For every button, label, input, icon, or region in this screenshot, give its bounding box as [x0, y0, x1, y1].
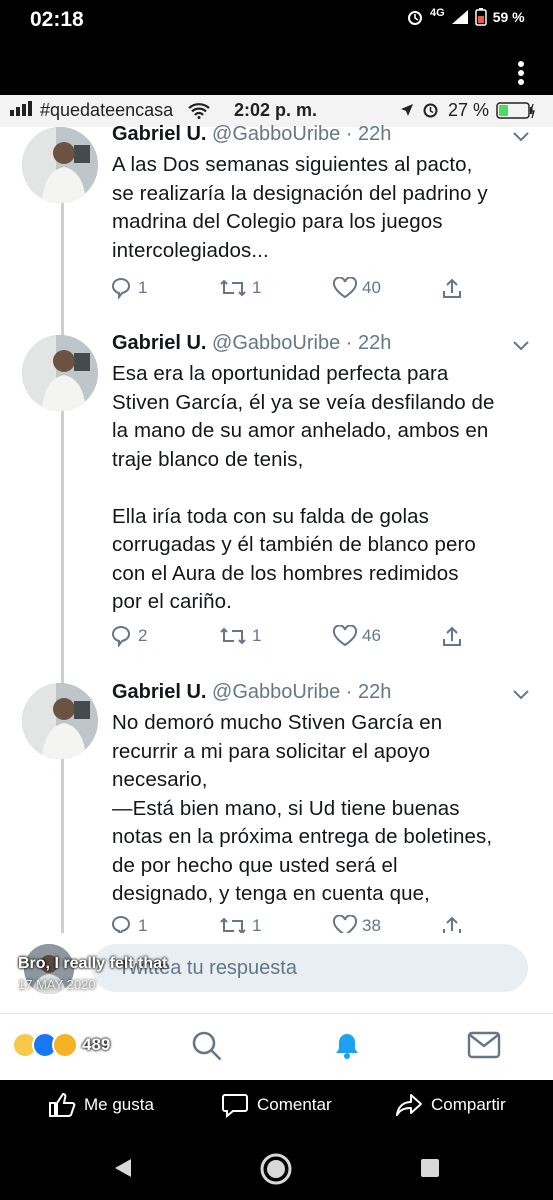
avatar[interactable]	[22, 683, 98, 759]
phone-status-icons: 4G 59 %	[406, 7, 525, 26]
retweet-icon	[220, 279, 246, 297]
twitter-screenshot: #quedateencasa 2:02 p. m. 27 % Gabriel U…	[0, 95, 553, 1080]
wifi-icon	[188, 103, 210, 119]
tweet-text: No demoró mucho Stiven García en recurri…	[112, 711, 493, 905]
retweet-icon	[220, 627, 246, 645]
reactions-summary[interactable]: 489	[12, 1032, 110, 1058]
share-icon	[443, 626, 461, 646]
thumbs-up-icon	[49, 1092, 76, 1117]
share-arrow-icon	[396, 1094, 422, 1116]
twitter-bottom-nav: 489	[0, 1013, 553, 1080]
retweet-button[interactable]: 1	[218, 625, 261, 647]
avatar[interactable]	[22, 127, 98, 203]
inner-battery-percent: 27 %	[448, 100, 490, 120]
reply-icon	[112, 626, 131, 647]
tweet-text: Esa era la oportunidad perfecta para Sti…	[112, 362, 495, 613]
author-name[interactable]: Gabriel U.	[112, 123, 206, 145]
share-icon	[443, 278, 461, 298]
like-count: 40	[362, 278, 381, 297]
search-icon[interactable]	[190, 1029, 224, 1063]
reply-bar: Twittea tu respuesta Bro, I really felt …	[0, 933, 553, 1013]
home-icon[interactable]	[258, 1151, 294, 1187]
chevron-down-icon[interactable]	[512, 340, 530, 352]
reaction-count: 489	[82, 1035, 111, 1054]
story-caption: Bro, I really felt that	[18, 955, 168, 972]
facebook-action-bar: Me gusta Comentar Compartir	[0, 1080, 553, 1135]
tweet-author[interactable]: Gabriel U. @GabboUribe · 22h	[112, 123, 391, 146]
chevron-down-icon[interactable]	[512, 131, 530, 143]
retweet-count: 1	[252, 626, 262, 645]
author-handle[interactable]: @GabboUribe · 22h	[212, 123, 391, 145]
location-icon	[401, 104, 413, 116]
thread-line	[61, 203, 64, 351]
author-handle[interactable]: @GabboUribe · 22h	[212, 681, 391, 703]
share-button[interactable]	[440, 277, 464, 301]
comment-action-label: Comentar	[257, 1095, 332, 1114]
author-name[interactable]: Gabriel U.	[112, 681, 206, 703]
share-action-button[interactable]: Compartir	[395, 1092, 506, 1118]
retweet-button[interactable]: 1	[218, 277, 261, 299]
alarm-icon	[408, 11, 422, 25]
share-button[interactable]	[440, 625, 464, 649]
heart-icon	[332, 277, 358, 299]
alarm-icon	[423, 103, 438, 118]
retweet-count: 1	[252, 278, 262, 297]
thread-line	[61, 411, 64, 701]
battery-icon	[474, 8, 487, 26]
comment-icon	[222, 1094, 248, 1118]
notifications-bell-icon[interactable]	[330, 1028, 364, 1062]
thread-line	[61, 759, 64, 934]
care-reaction-icon	[52, 1032, 78, 1058]
battery-icon	[496, 102, 535, 119]
signal-icon	[451, 10, 468, 24]
like-count: 46	[362, 626, 381, 645]
inner-signal-icon	[10, 101, 32, 116]
story-date: 17 MAY 2020	[18, 977, 96, 992]
tweet-actions: 2 1 46	[110, 625, 470, 655]
system-nav-bar	[0, 1135, 553, 1200]
tweet-author[interactable]: Gabriel U. @GabboUribe · 22h	[112, 332, 391, 355]
reply-icon	[112, 278, 131, 299]
like-action-label: Me gusta	[84, 1095, 154, 1114]
back-icon[interactable]	[112, 1157, 134, 1179]
heart-icon	[332, 625, 358, 647]
author-name[interactable]: Gabriel U.	[112, 332, 206, 354]
reply-count: 2	[138, 626, 148, 645]
recents-icon[interactable]	[420, 1158, 440, 1178]
phone-status-bar: 02:18 4G 59 %	[0, 0, 553, 95]
reply-button[interactable]: 2	[110, 625, 147, 647]
tweet-text: A las Dos semanas siguientes al pacto, s…	[112, 153, 488, 262]
like-action-button[interactable]: Me gusta	[48, 1092, 154, 1118]
more-options-icon[interactable]	[506, 58, 536, 92]
phone-battery-percent: 59 %	[492, 9, 525, 25]
tweet-actions: 1 1 40	[110, 277, 470, 307]
phone-clock: 02:18	[30, 8, 84, 31]
tweet-author[interactable]: Gabriel U. @GabboUribe · 22h	[112, 681, 391, 704]
avatar[interactable]	[22, 335, 98, 411]
inner-clock: 2:02 p. m.	[234, 100, 318, 120]
reply-count: 1	[138, 278, 148, 297]
comment-action-button[interactable]: Comentar	[221, 1092, 332, 1118]
author-handle[interactable]: @GabboUribe · 22h	[212, 332, 391, 354]
like-button[interactable]: 40	[332, 277, 381, 299]
reply-button[interactable]: 1	[110, 277, 147, 299]
inner-carrier: #quedateencasa	[40, 100, 174, 120]
like-button[interactable]: 46	[332, 625, 381, 647]
share-action-label: Compartir	[431, 1095, 506, 1114]
chevron-down-icon[interactable]	[512, 689, 530, 701]
messages-envelope-icon[interactable]	[467, 1030, 501, 1060]
network-type: 4G	[430, 7, 445, 19]
